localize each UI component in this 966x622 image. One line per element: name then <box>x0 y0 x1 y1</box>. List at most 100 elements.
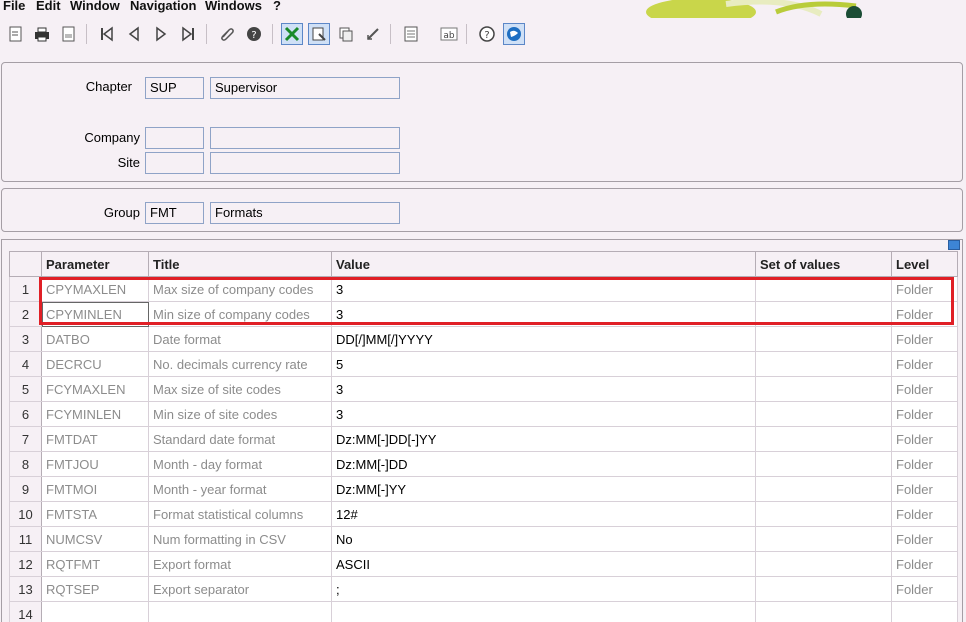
level-cell[interactable]: Folder <box>891 351 958 377</box>
parameter-cell[interactable]: DECRCU <box>41 351 149 377</box>
globe-icon[interactable] <box>503 23 525 45</box>
value-cell[interactable]: No <box>331 526 756 552</box>
menu-help[interactable]: ? <box>273 0 281 13</box>
menu-windows[interactable]: Windows <box>205 0 262 13</box>
level-cell[interactable]: Folder <box>891 501 958 527</box>
table-row[interactable]: 6 FCYMINLEN Min size of site codes 3 Folder <box>9 401 958 427</box>
table-row[interactable]: 5 FCYMAXLEN Max size of site codes 3 Folder <box>9 376 958 402</box>
title-cell[interactable]: Format statistical columns <box>148 501 332 527</box>
value-cell[interactable]: Dz:MM[-]DD[-]YY <box>331 426 756 452</box>
table-row[interactable]: 3 DATBO Date format DD[/]MM[/]YYYY Folder <box>9 326 958 352</box>
value-cell[interactable]: ; <box>331 576 756 602</box>
set-of-values-cell[interactable] <box>755 426 892 452</box>
title-cell[interactable]: Max size of site codes <box>148 376 332 402</box>
title-cell[interactable]: Min size of company codes <box>148 301 332 327</box>
set-of-values-cell[interactable] <box>755 301 892 327</box>
parameter-cell[interactable]: NUMCSV <box>41 526 149 552</box>
value-cell[interactable]: Dz:MM[-]YY <box>331 476 756 502</box>
level-cell[interactable]: Folder <box>891 526 958 552</box>
table-row[interactable]: 8 FMTJOU Month - day format Dz:MM[-]DD Folde… <box>9 451 958 477</box>
level-cell[interactable]: Folder <box>891 551 958 577</box>
print-icon[interactable] <box>31 23 53 45</box>
last-record-icon[interactable] <box>177 23 199 45</box>
value-cell[interactable] <box>331 601 756 622</box>
parameter-cell[interactable]: FMTSTA <box>41 501 149 527</box>
level-cell[interactable]: Folder <box>891 426 958 452</box>
table-row[interactable]: 11 NUMCSV Num formatting in CSV No Folder <box>9 526 958 552</box>
parameter-cell[interactable] <box>41 601 149 622</box>
first-record-icon[interactable] <box>96 23 118 45</box>
title-cell[interactable]: Standard date format <box>148 426 332 452</box>
value-cell[interactable]: 5 <box>331 351 756 377</box>
chapter-code-field[interactable]: SUP <box>145 77 204 99</box>
table-row[interactable]: 2 CPYMINLEN Min size of company codes 3 Fold… <box>9 301 958 327</box>
title-cell[interactable]: No. decimals currency rate <box>148 351 332 377</box>
text-field-icon[interactable]: ab <box>438 23 460 45</box>
parameter-cell[interactable]: FCYMINLEN <box>41 401 149 427</box>
level-cell[interactable]: Folder <box>891 276 958 302</box>
parameter-cell[interactable]: DATBO <box>41 326 149 352</box>
selection-icon[interactable] <box>281 23 303 45</box>
table-row[interactable]: 14 <box>9 601 958 622</box>
title-cell[interactable]: Month - day format <box>148 451 332 477</box>
window-list-icon[interactable] <box>308 23 330 45</box>
value-cell[interactable]: DD[/]MM[/]YYYY <box>331 326 756 352</box>
column-header-value[interactable]: Value <box>331 251 756 277</box>
menu-window[interactable]: Window <box>70 0 120 13</box>
site-code-field[interactable] <box>145 152 204 174</box>
parameter-cell[interactable]: FMTDAT <box>41 426 149 452</box>
parameter-cell[interactable]: FMTJOU <box>41 451 149 477</box>
set-of-values-cell[interactable] <box>755 376 892 402</box>
question-icon[interactable]: ? <box>476 23 498 45</box>
title-cell[interactable]: Min size of site codes <box>148 401 332 427</box>
value-cell[interactable]: Dz:MM[-]DD <box>331 451 756 477</box>
set-of-values-cell[interactable] <box>755 551 892 577</box>
set-of-values-cell[interactable] <box>755 276 892 302</box>
table-row[interactable]: 12 RQTFMT Export format ASCII Folder <box>9 551 958 577</box>
set-of-values-cell[interactable] <box>755 501 892 527</box>
title-cell[interactable]: Date format <box>148 326 332 352</box>
level-cell[interactable]: Folder <box>891 451 958 477</box>
table-row[interactable]: 1 CPYMAXLEN Max size of company codes 3 Fold… <box>9 276 958 302</box>
copy-window-icon[interactable] <box>335 23 357 45</box>
set-of-values-cell[interactable] <box>755 401 892 427</box>
level-cell[interactable]: Folder <box>891 576 958 602</box>
value-cell[interactable]: 3 <box>331 301 756 327</box>
value-cell[interactable]: 3 <box>331 276 756 302</box>
table-row[interactable]: 10 FMTSTA Format statistical columns 12# Fol… <box>9 501 958 527</box>
table-row[interactable]: 9 FMTMOI Month - year format Dz:MM[-]YY Fold… <box>9 476 958 502</box>
parameter-cell[interactable]: FMTMOI <box>41 476 149 502</box>
level-cell[interactable]: Folder <box>891 326 958 352</box>
parameter-cell[interactable]: CPYMAXLEN <box>41 276 149 302</box>
value-cell[interactable]: 3 <box>331 401 756 427</box>
parameter-cell[interactable]: FCYMAXLEN <box>41 376 149 402</box>
title-cell[interactable]: Export separator <box>148 576 332 602</box>
table-row[interactable]: 13 RQTSEP Export separator; Folder <box>9 576 958 602</box>
refresh-icon[interactable] <box>362 23 384 45</box>
set-of-values-cell[interactable] <box>755 451 892 477</box>
title-cell[interactable]: Num formatting in CSV <box>148 526 332 552</box>
list-icon[interactable] <box>400 23 422 45</box>
print-preview-icon[interactable] <box>58 23 80 45</box>
group-code-field[interactable]: FMT <box>145 202 204 224</box>
value-cell[interactable]: 12# <box>331 501 756 527</box>
attach-icon[interactable] <box>216 23 238 45</box>
set-of-values-cell[interactable] <box>755 526 892 552</box>
title-cell[interactable]: Export format <box>148 551 332 577</box>
table-row[interactable]: 7 FMTDAT Standard date format Dz:MM[-]DD[-]… <box>9 426 958 452</box>
level-cell[interactable]: Folder <box>891 376 958 402</box>
level-cell[interactable] <box>891 601 958 622</box>
new-doc-icon[interactable] <box>5 23 27 45</box>
grid-menu-icon[interactable] <box>948 240 960 250</box>
parameter-cell[interactable]: RQTSEP <box>41 576 149 602</box>
parameter-cell[interactable]: RQTFMT <box>41 551 149 577</box>
level-cell[interactable]: Folder <box>891 401 958 427</box>
parameter-cell[interactable]: CPYMINLEN <box>41 301 149 327</box>
previous-record-icon[interactable] <box>123 23 145 45</box>
title-cell[interactable]: Month - year format <box>148 476 332 502</box>
column-header-level[interactable]: Level <box>891 251 958 277</box>
menu-file[interactable]: File <box>3 0 25 13</box>
set-of-values-cell[interactable] <box>755 576 892 602</box>
next-record-icon[interactable] <box>150 23 172 45</box>
set-of-values-cell[interactable] <box>755 476 892 502</box>
